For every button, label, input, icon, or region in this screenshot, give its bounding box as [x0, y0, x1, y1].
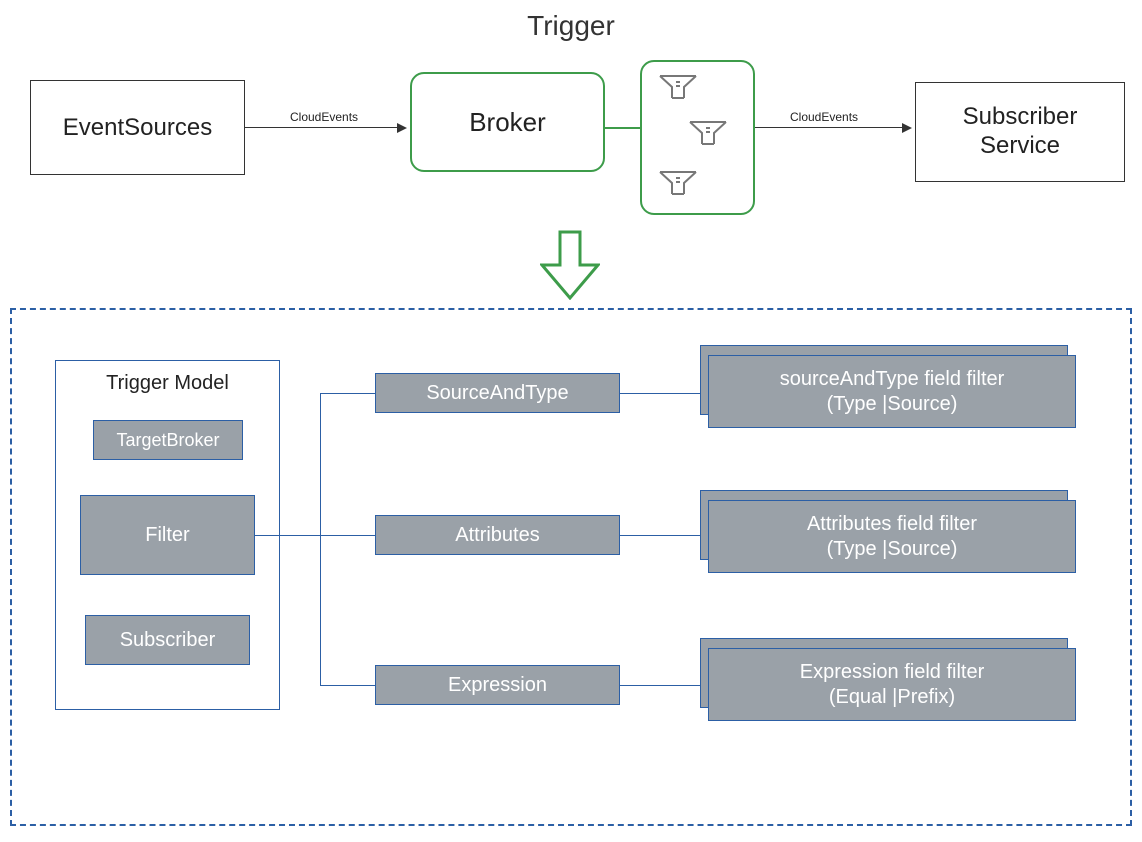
- connector-attr-to-detail: [620, 535, 708, 536]
- arrow-eventsources-to-broker: [245, 127, 405, 128]
- broker-label: Broker: [469, 107, 546, 138]
- target-broker-cell: TargetBroker: [93, 420, 243, 460]
- subscriber-line1: Subscriber: [963, 103, 1078, 132]
- expand-arrow-icon: [540, 230, 600, 300]
- expression-cell: Expression: [375, 665, 620, 705]
- connector-expr-to-detail: [620, 685, 708, 686]
- funnel-icon: [658, 72, 698, 102]
- funnel-icon: [688, 118, 728, 148]
- target-broker-label: TargetBroker: [116, 430, 219, 451]
- line-broker-to-trigger: [605, 127, 640, 129]
- broker-box: Broker: [410, 72, 605, 172]
- subscriber-service-box: Subscriber Service: [915, 82, 1125, 182]
- connector-to-sourceandtype: [320, 393, 375, 394]
- event-sources-label: EventSources: [63, 114, 212, 142]
- sourceandtype-cell: SourceAndType: [375, 373, 620, 413]
- arrow2-label: CloudEvents: [790, 110, 858, 124]
- connector-to-expression: [320, 685, 375, 686]
- arrow-trigger-to-subscriber: [755, 127, 910, 128]
- diagram-canvas: Trigger EventSources CloudEvents Broker …: [0, 0, 1142, 842]
- expr-detail-line2: (Equal |Prefix): [829, 685, 955, 710]
- event-sources-box: EventSources: [30, 80, 245, 175]
- attributes-label: Attributes: [455, 524, 539, 547]
- attributes-cell: Attributes: [375, 515, 620, 555]
- sat-detail-cell: sourceAndType field filter (Type |Source…: [708, 355, 1076, 428]
- funnel-icon: [658, 168, 698, 198]
- attr-detail-line2: (Type |Source): [827, 537, 958, 562]
- connector-filter-out: [255, 535, 320, 536]
- sat-detail-line2: (Type |Source): [827, 392, 958, 417]
- expr-detail-cell: Expression field filter (Equal |Prefix): [708, 648, 1076, 721]
- expr-detail-line1: Expression field filter: [800, 660, 985, 685]
- attr-detail-line1: Attributes field filter: [807, 512, 977, 537]
- subscriber-line2: Service: [980, 132, 1060, 161]
- arrow1-label: CloudEvents: [290, 110, 358, 124]
- expression-label: Expression: [448, 674, 547, 697]
- attr-detail-cell: Attributes field filter (Type |Source): [708, 500, 1076, 573]
- connector-sat-to-detail: [620, 393, 708, 394]
- sourceandtype-label: SourceAndType: [426, 382, 568, 405]
- filter-label: Filter: [145, 524, 189, 547]
- subscriber-label-inner: Subscriber: [120, 629, 216, 652]
- connector-to-attributes: [320, 535, 375, 536]
- subscriber-cell: Subscriber: [85, 615, 250, 665]
- filter-cell: Filter: [80, 495, 255, 575]
- trigger-model-title: Trigger Model: [55, 372, 280, 395]
- connector-vertical: [320, 393, 321, 685]
- diagram-title: Trigger: [0, 10, 1142, 42]
- sat-detail-line1: sourceAndType field filter: [780, 367, 1005, 392]
